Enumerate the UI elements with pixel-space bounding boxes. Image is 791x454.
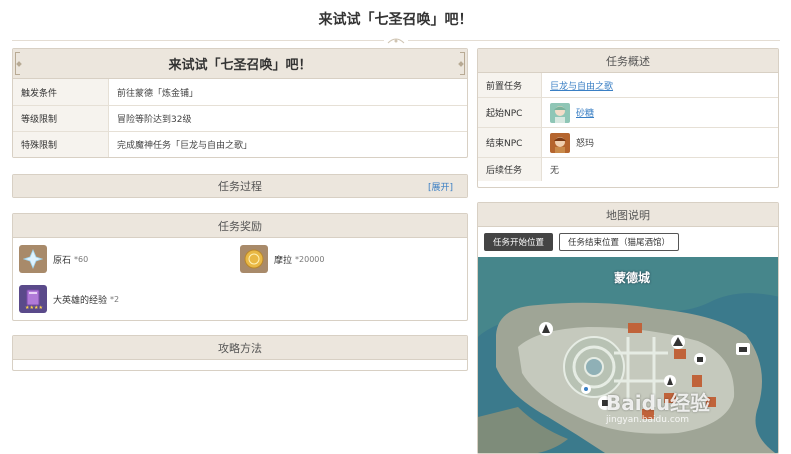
row-key: 特殊限制 — [13, 132, 109, 157]
row-key: 前置任务 — [478, 73, 542, 97]
row-key: 后续任务 — [478, 158, 542, 181]
heros-wit-icon: ★★★★ — [19, 285, 47, 313]
primogem-icon — [19, 245, 47, 273]
end-location-button[interactable]: 任务结束位置（猫尾酒馆） — [559, 233, 680, 251]
mora-icon — [240, 245, 268, 273]
map-box: 地图说明 任务开始位置 任务结束位置（猫尾酒馆） 蒙德城 Baidu经验 jin… — [477, 202, 779, 454]
start-location-button[interactable]: 任务开始位置 — [484, 233, 554, 251]
row-value: 怒玛 — [542, 128, 778, 157]
row-value: 冒险等阶达到32级 — [117, 115, 192, 125]
table-row: 后续任务 无 — [478, 157, 778, 181]
table-row: 触发条件 前往蒙德「炼金铺」 — [13, 79, 467, 105]
row-value: 完成魔神任务「巨龙与自由之歌」 — [117, 141, 253, 151]
reward-name: 摩拉 — [274, 255, 293, 266]
shop-icon — [736, 343, 750, 355]
statue-icon — [664, 375, 676, 387]
quest-process-box: 任务过程 [展开] — [12, 174, 468, 198]
numa-avatar — [550, 132, 570, 153]
pin-icon — [694, 353, 706, 365]
sucrose-avatar[interactable] — [550, 102, 570, 123]
quest-info-title: 来试试「七圣召唤」吧！ — [168, 58, 312, 73]
location-pin-icon — [581, 384, 591, 394]
right-column: 任务概述 前置任务 巨龙与自由之歌 起始NPC 砂糖 结束NPC 怒玛 后续任务… — [477, 48, 779, 454]
quest-info-box: 来试试「七圣召唤」吧！ 触发条件 前往蒙德「炼金铺」 等级限制 冒险等阶达到32… — [12, 48, 468, 158]
quest-overview-table: 前置任务 巨龙与自由之歌 起始NPC 砂糖 结束NPC 怒玛 后续任务 无 — [478, 73, 778, 181]
reward-item[interactable]: 摩拉 *20000 — [240, 244, 461, 274]
quest-info-header: 来试试「七圣召唤」吧！ — [13, 49, 467, 79]
quest-overview-box: 任务概述 前置任务 巨龙与自由之歌 起始NPC 砂糖 结束NPC 怒玛 后续任务… — [477, 48, 779, 188]
reward-item[interactable]: ★★★★ 大英雄的经验 *2 — [19, 284, 240, 314]
expand-link[interactable]: [展开] — [428, 180, 453, 193]
watermark-url: jingyan.baidu.com — [606, 415, 690, 425]
quest-overview-title: 任务概述 — [606, 54, 650, 68]
row-key: 起始NPC — [478, 98, 542, 127]
row-value: 砂糖 — [542, 98, 778, 127]
rewards-list: 原石 *60 摩拉 *20000 ★★★★ 大英雄的经验 *2 — [13, 238, 467, 328]
row-key: 结束NPC — [478, 128, 542, 157]
landmark-pin-icon — [539, 322, 553, 336]
quest-process-title: 任务过程 — [218, 180, 262, 193]
row-key: 等级限制 — [13, 106, 109, 131]
table-row: 等级限制 冒险等阶达到32级 — [13, 105, 467, 131]
prereq-quest-link[interactable]: 巨龙与自由之歌 — [550, 79, 613, 92]
map-title: 地图说明 — [606, 208, 650, 222]
row-key: 触发条件 — [13, 79, 109, 105]
table-row: 结束NPC 怒玛 — [478, 127, 778, 157]
title-ornament-icon — [384, 33, 408, 47]
reward-qty: *2 — [110, 294, 120, 304]
quest-info-table: 触发条件 前往蒙德「炼金铺」 等级限制 冒险等阶达到32级 特殊限制 完成魔神任… — [13, 79, 467, 157]
table-row: 特殊限制 完成魔神任务「巨龙与自由之歌」 — [13, 131, 467, 157]
city-label: 蒙德城 — [614, 271, 651, 285]
end-npc-name: 怒玛 — [576, 139, 595, 149]
strategy-title: 攻略方法 — [218, 341, 262, 355]
reward-qty: *60 — [74, 254, 89, 264]
strategy-header: 攻略方法 — [13, 336, 467, 360]
reward-name: 原石 — [53, 255, 72, 266]
map-header: 地图说明 — [478, 203, 778, 227]
map-view[interactable]: 蒙德城 Baidu经验 jingyan.baidu.com — [478, 257, 778, 453]
row-value: 无 — [550, 166, 560, 176]
reward-item[interactable]: 原石 *60 — [19, 244, 240, 274]
page-title: 来试试「七圣召唤」吧！ — [318, 12, 473, 28]
table-row: 前置任务 巨龙与自由之歌 — [478, 73, 778, 97]
quest-rewards-title: 任务奖励 — [218, 219, 262, 233]
left-column: 来试试「七圣召唤」吧！ 触发条件 前往蒙德「炼金铺」 等级限制 冒险等阶达到32… — [12, 48, 468, 371]
row-value: 前往蒙德「炼金铺」 — [117, 88, 199, 99]
reward-name: 大英雄的经验 — [53, 295, 108, 306]
quest-process-header: 任务过程 [展开] — [13, 175, 467, 197]
reward-qty: *20000 — [295, 254, 325, 264]
row-value: 巨龙与自由之歌 — [542, 73, 778, 97]
start-npc-link[interactable]: 砂糖 — [576, 106, 594, 119]
table-row: 起始NPC 砂糖 — [478, 97, 778, 127]
strategy-box: 攻略方法 — [12, 335, 468, 371]
waypoint-icon — [671, 335, 685, 349]
quest-overview-header: 任务概述 — [478, 49, 778, 73]
watermark: Baidu经验 — [606, 391, 711, 415]
svg-text:★★★★: ★★★★ — [25, 305, 43, 310]
map-tabs: 任务开始位置 任务结束位置（猫尾酒馆） — [478, 227, 778, 257]
quest-rewards-box: 任务奖励 原石 *60 摩拉 *20000 ★★★★ 大英雄的经验 *2 — [12, 213, 468, 321]
quest-rewards-header: 任务奖励 — [13, 214, 467, 238]
